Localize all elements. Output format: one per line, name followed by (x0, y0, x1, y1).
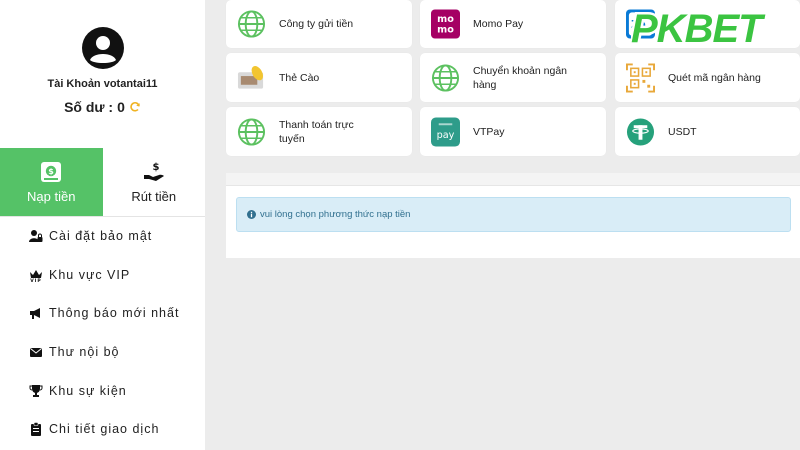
tether-icon (626, 117, 655, 146)
method-label: Thanh toán trực tuyến (279, 119, 354, 145)
tab-deposit[interactable]: $ Nạp tiền (0, 148, 103, 216)
momo-icon: mo mo (431, 9, 460, 39)
panel-header (226, 173, 800, 186)
method-label: Quét mã ngân hàng (668, 72, 761, 84)
account-menu: Cài đặt bảo mật VIP Khu vực VIP Thông bá… (0, 217, 205, 449)
profile-section: Tài Khoản votantai11 Số dư : 0 (0, 0, 205, 148)
withdraw-icon: $ (143, 162, 164, 181)
vip-crown-icon: VIP (30, 269, 42, 282)
method-label: Momo Pay (473, 18, 524, 30)
user-lock-icon (29, 230, 43, 243)
globe-icon (237, 10, 266, 38)
menu-item-vip[interactable]: VIP Khu vực VIP (0, 256, 205, 295)
method-bank-transfer[interactable]: Chuyển khoản ngân hàng (420, 53, 606, 102)
clipboard-icon (31, 422, 41, 437)
svg-text:mo: mo (437, 14, 454, 25)
avatar-icon (81, 27, 124, 69)
vtpay-icon: pay (431, 117, 460, 146)
menu-item-label: Khu sự kiện (49, 383, 127, 398)
menu-item-inbox[interactable]: Thư nội bộ (0, 333, 205, 372)
method-scratch-card[interactable]: Thẻ Cào (226, 53, 412, 102)
pkbet-watermark-logo: PKBET PKBET (631, 8, 770, 50)
method-bank-qr[interactable]: Quét mã ngân hàng (615, 53, 800, 102)
method-company-deposit[interactable]: Công ty gửi tiền (226, 0, 412, 48)
deposit-icon: $ (41, 161, 62, 182)
qr-code-icon (626, 63, 655, 92)
method-label: USDT (668, 126, 697, 138)
menu-item-label: Thông báo mới nhất (49, 306, 180, 321)
info-circle-icon (247, 210, 256, 219)
alert-text: vui lòng chọn phương thức nạp tiền (260, 209, 411, 220)
menu-item-security[interactable]: Cài đặt bảo mật (0, 217, 205, 256)
menu-item-label: Cài đặt bảo mật (49, 229, 153, 244)
svg-text:pay: pay (437, 129, 455, 140)
method-label: Chuyển khoản ngân hàng (473, 65, 567, 91)
method-usdt[interactable]: USDT (615, 107, 800, 156)
method-momo-pay[interactable]: mo mo Momo Pay (420, 0, 606, 48)
deposit-form-panel: vui lòng chọn phương thức nạp tiền (226, 173, 800, 258)
tab-withdraw[interactable]: $ Rút tiền (102, 148, 205, 216)
tab-withdraw-label: Rút tiền (131, 188, 177, 204)
sidebar: Tài Khoản votantai11 Số dư : 0 $ Nạp tiề… (0, 0, 205, 450)
scratch-card-icon (237, 65, 264, 89)
info-alert: vui lòng chọn phương thức nạp tiền (236, 197, 791, 232)
menu-item-notifications[interactable]: Thông báo mới nhất (0, 294, 205, 333)
menu-item-events[interactable]: Khu sự kiện (0, 371, 205, 410)
watermark-text: PKBET (631, 8, 766, 50)
svg-text:mo: mo (437, 25, 454, 36)
method-label: VTPay (473, 126, 505, 138)
megaphone-icon (30, 308, 40, 320)
account-name: Tài Khoản votantai11 (47, 78, 158, 90)
menu-item-label: Thư nội bộ (49, 345, 120, 360)
balance-label: Số dư : (64, 99, 114, 115)
method-vtpay[interactable]: pay VTPay (420, 107, 606, 156)
svg-text:$: $ (152, 162, 159, 173)
svg-text:$: $ (48, 167, 54, 176)
menu-item-label: Chi tiết giao dịch (49, 422, 160, 437)
svg-text:VIP: VIP (30, 278, 41, 282)
globe-icon (237, 117, 266, 146)
envelope-icon (30, 348, 42, 358)
menu-item-label: Khu vực VIP (49, 267, 131, 282)
method-label: Công ty gửi tiền (279, 18, 354, 30)
balance-value: 0 (117, 99, 125, 115)
refresh-icon[interactable] (129, 101, 141, 113)
tab-deposit-label: Nạp tiền (27, 188, 76, 204)
globe-icon (431, 63, 460, 92)
deposit-withdraw-tabs: $ Nạp tiền $ Rút tiền (0, 148, 205, 217)
trophy-icon (29, 384, 43, 397)
balance-row: Số dư : 0 (64, 99, 141, 115)
method-online-payment[interactable]: Thanh toán trực tuyến (226, 107, 412, 156)
method-label: Thẻ Cào (279, 72, 320, 84)
menu-item-transactions[interactable]: Chi tiết giao dịch (0, 410, 205, 449)
